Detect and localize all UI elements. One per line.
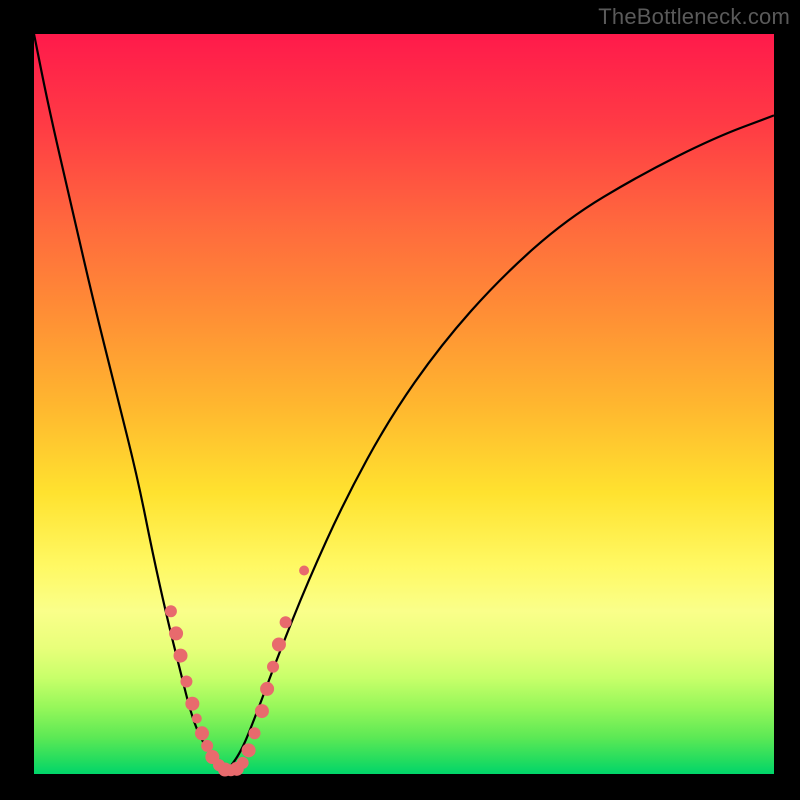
scatter-dot (242, 743, 256, 757)
watermark-text: TheBottleneck.com (598, 4, 790, 30)
scatter-dot (192, 714, 202, 724)
scatter-dots (165, 566, 309, 777)
scatter-dot (272, 638, 286, 652)
scatter-dot (255, 704, 269, 718)
scatter-dot (237, 757, 249, 769)
plot-area (34, 34, 774, 774)
right-branch-path (226, 115, 774, 771)
scatter-dot (169, 626, 183, 640)
scatter-dot (267, 661, 279, 673)
scatter-dot (249, 727, 261, 739)
curve-layer (34, 34, 774, 774)
scatter-dot (174, 649, 188, 663)
scatter-dot (299, 566, 309, 576)
scatter-dot (280, 616, 292, 628)
scatter-dot (180, 676, 192, 688)
scatter-dot (165, 605, 177, 617)
scatter-dot (195, 726, 209, 740)
chart-frame: TheBottleneck.com (0, 0, 800, 800)
scatter-dot (260, 682, 274, 696)
scatter-dot (185, 697, 199, 711)
left-branch-path (34, 34, 226, 772)
